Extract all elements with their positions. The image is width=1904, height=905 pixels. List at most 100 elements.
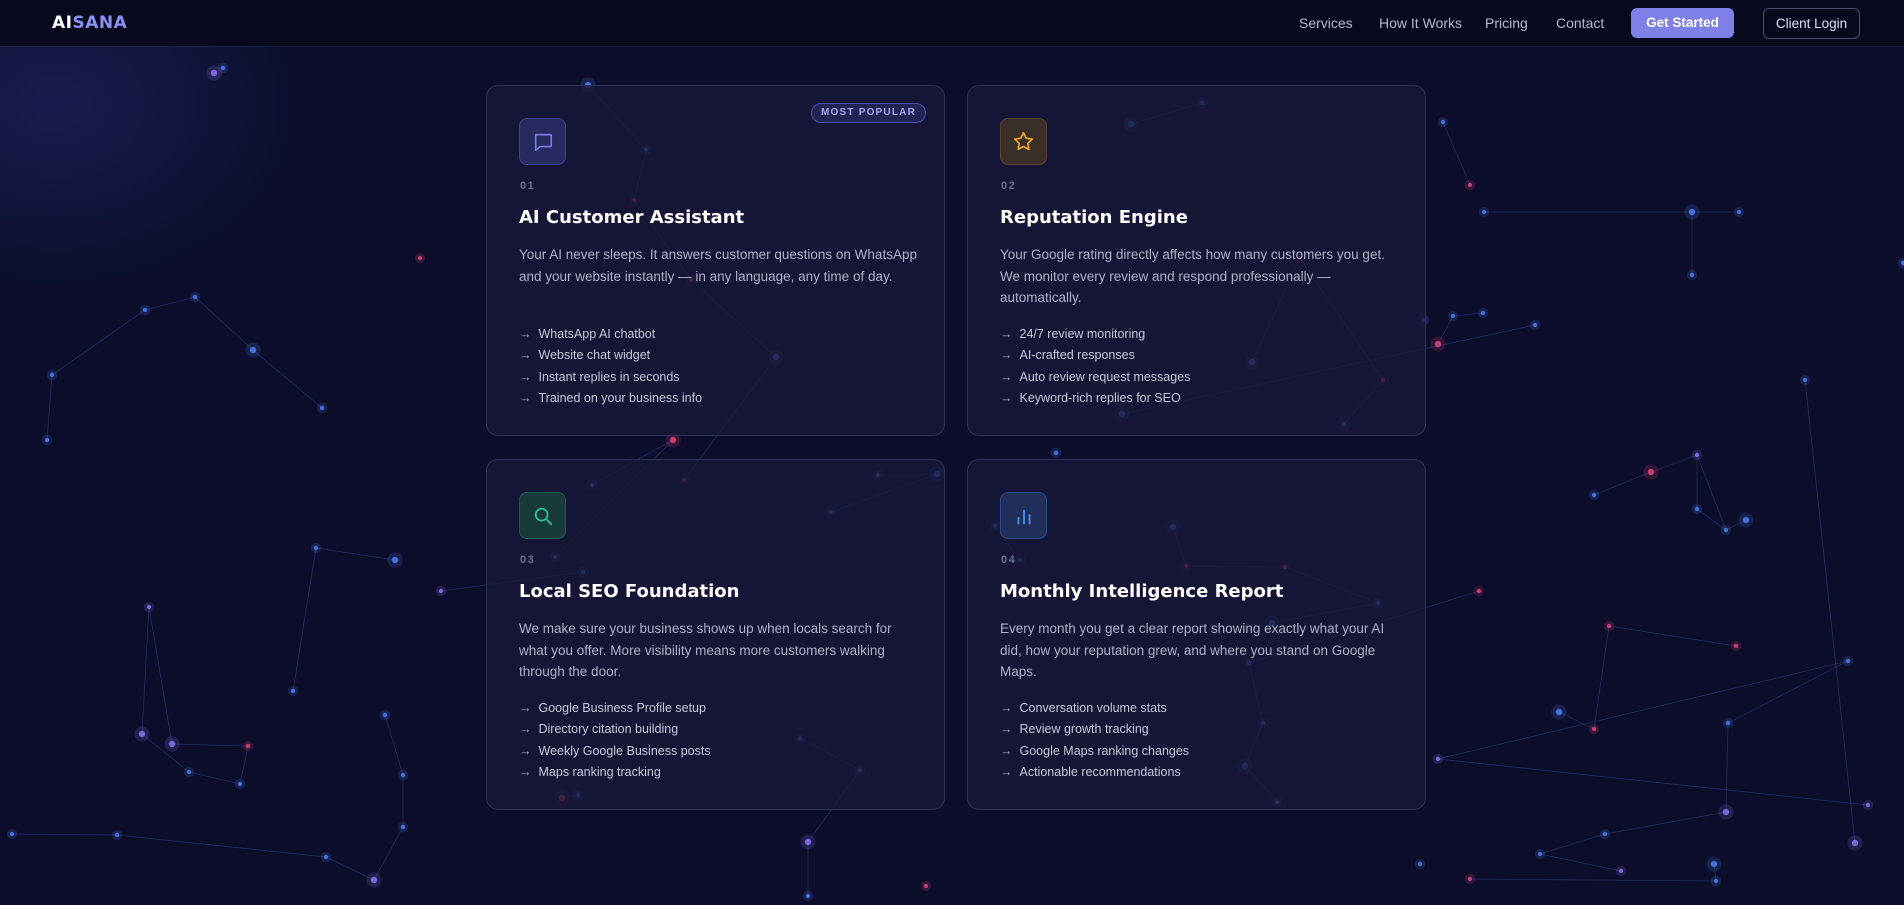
network-node [400, 824, 406, 830]
nav-link-pricing[interactable]: Pricing [1485, 15, 1528, 31]
network-node [1733, 643, 1739, 649]
feature-list: → Conversation volume stats → Review growt… [1000, 698, 1189, 783]
bar-chart-icon [1017, 509, 1030, 524]
network-link [1469, 878, 1717, 882]
network-link [1604, 811, 1727, 835]
feature-text: Review growth tracking [1019, 722, 1149, 737]
network-link [51, 309, 146, 376]
network-link [141, 606, 150, 735]
client-login-button[interactable]: Client Login [1763, 8, 1860, 39]
network-node [1532, 322, 1538, 328]
feature-list: → 24/7 review monitoring → AI-crafted resp… [1000, 324, 1190, 409]
logo[interactable]: AISANA [52, 13, 127, 33]
feature-item: → Google Maps ranking changes [1000, 741, 1189, 762]
service-card-monthly-report: 04 Monthly Intelligence Report Every mon… [967, 459, 1426, 810]
network-node [313, 545, 319, 551]
network-node [1053, 450, 1059, 456]
network-link [116, 834, 327, 858]
nav-link-contact[interactable]: Contact [1556, 15, 1604, 31]
card-icon-box [1000, 492, 1047, 539]
arrow-icon: → [1000, 390, 1013, 405]
card-title: AI Customer Assistant [519, 207, 745, 228]
feature-text: Auto review request messages [1019, 369, 1191, 384]
arrow-icon: → [1000, 743, 1013, 758]
network-node [1845, 658, 1851, 664]
network-link [252, 349, 323, 409]
card-number: 04 [1001, 554, 1017, 566]
network-node [186, 769, 192, 775]
network-node [9, 831, 15, 837]
most-popular-badge: MOST POPULAR [811, 103, 926, 123]
feature-item: → Conversation volume stats [1000, 698, 1189, 719]
network-node [370, 876, 378, 884]
feature-text: Weekly Google Business posts [538, 743, 711, 758]
feature-item: → Instant replies in seconds [519, 367, 702, 388]
network-node [400, 772, 406, 778]
card-title: Monthly Intelligence Report [1000, 581, 1284, 602]
network-link [1593, 471, 1652, 496]
network-node [1591, 492, 1597, 498]
logo-part-sana: SANA [72, 13, 128, 33]
network-node [210, 69, 218, 77]
network-node [1606, 623, 1612, 629]
star-icon [1013, 131, 1034, 151]
arrow-icon: → [519, 327, 532, 341]
network-node [323, 854, 329, 860]
network-node [382, 712, 388, 718]
card-icon-box [519, 118, 566, 165]
network-node [142, 307, 148, 313]
network-node [1467, 182, 1473, 188]
network-node [168, 740, 176, 748]
network-link [11, 833, 118, 836]
network-node [1865, 802, 1871, 808]
network-link [1437, 660, 1849, 760]
network-node [1537, 851, 1543, 857]
feature-item: → Weekly Google Business posts [519, 741, 711, 762]
arrow-icon: → [1000, 369, 1013, 384]
arrow-icon: → [1000, 722, 1013, 737]
feature-item: → Maps ranking tracking [519, 762, 711, 783]
arrow-icon: → [1000, 348, 1013, 363]
network-link [373, 826, 404, 881]
network-node [1725, 720, 1731, 726]
network-link [384, 714, 404, 776]
network-node [290, 688, 296, 694]
network-link [1608, 625, 1737, 647]
get-started-button[interactable]: Get Started [1631, 8, 1734, 38]
feature-item: → Google Business Profile setup [519, 698, 711, 719]
arrow-icon: → [519, 348, 532, 363]
navbar: AISANA Services How It Works Pricing Con… [0, 0, 1904, 47]
arrow-icon: → [1000, 701, 1013, 715]
arrow-icon: → [519, 743, 532, 758]
network-link [188, 771, 241, 785]
network-background [6, 62, 1904, 902]
card-number: 03 [520, 554, 536, 566]
feature-item: → Actionable recommendations [1000, 762, 1189, 783]
network-node [1742, 516, 1750, 524]
network-node [438, 588, 444, 594]
network-node [49, 372, 55, 378]
network-link [1696, 454, 1727, 531]
network-node [1694, 452, 1700, 458]
network-node [1555, 708, 1563, 716]
network-link [1437, 758, 1869, 806]
network-node [1851, 839, 1859, 847]
network-node [1450, 313, 1456, 319]
network-node [1476, 588, 1482, 594]
feature-text: Actionable recommendations [1019, 764, 1181, 779]
network-node [1694, 506, 1700, 512]
nav-link-how-it-works[interactable]: How It Works [1379, 15, 1462, 31]
arrow-icon: → [519, 764, 532, 779]
network-node [1688, 208, 1696, 216]
feature-text: 24/7 review monitoring [1019, 327, 1146, 341]
card-description: Your AI never sleeps. It answers custome… [519, 247, 917, 284]
feature-text: Instant replies in seconds [538, 369, 680, 384]
nav-link-services[interactable]: Services [1299, 15, 1353, 31]
network-node [114, 832, 120, 838]
feature-text: Website chat widget [538, 348, 651, 363]
network-node [138, 730, 146, 738]
feature-text: Keyword-rich replies for SEO [1019, 390, 1181, 405]
network-node [237, 781, 243, 787]
feature-item: → Keyword-rich replies for SEO [1000, 388, 1190, 409]
network-node [146, 604, 152, 610]
